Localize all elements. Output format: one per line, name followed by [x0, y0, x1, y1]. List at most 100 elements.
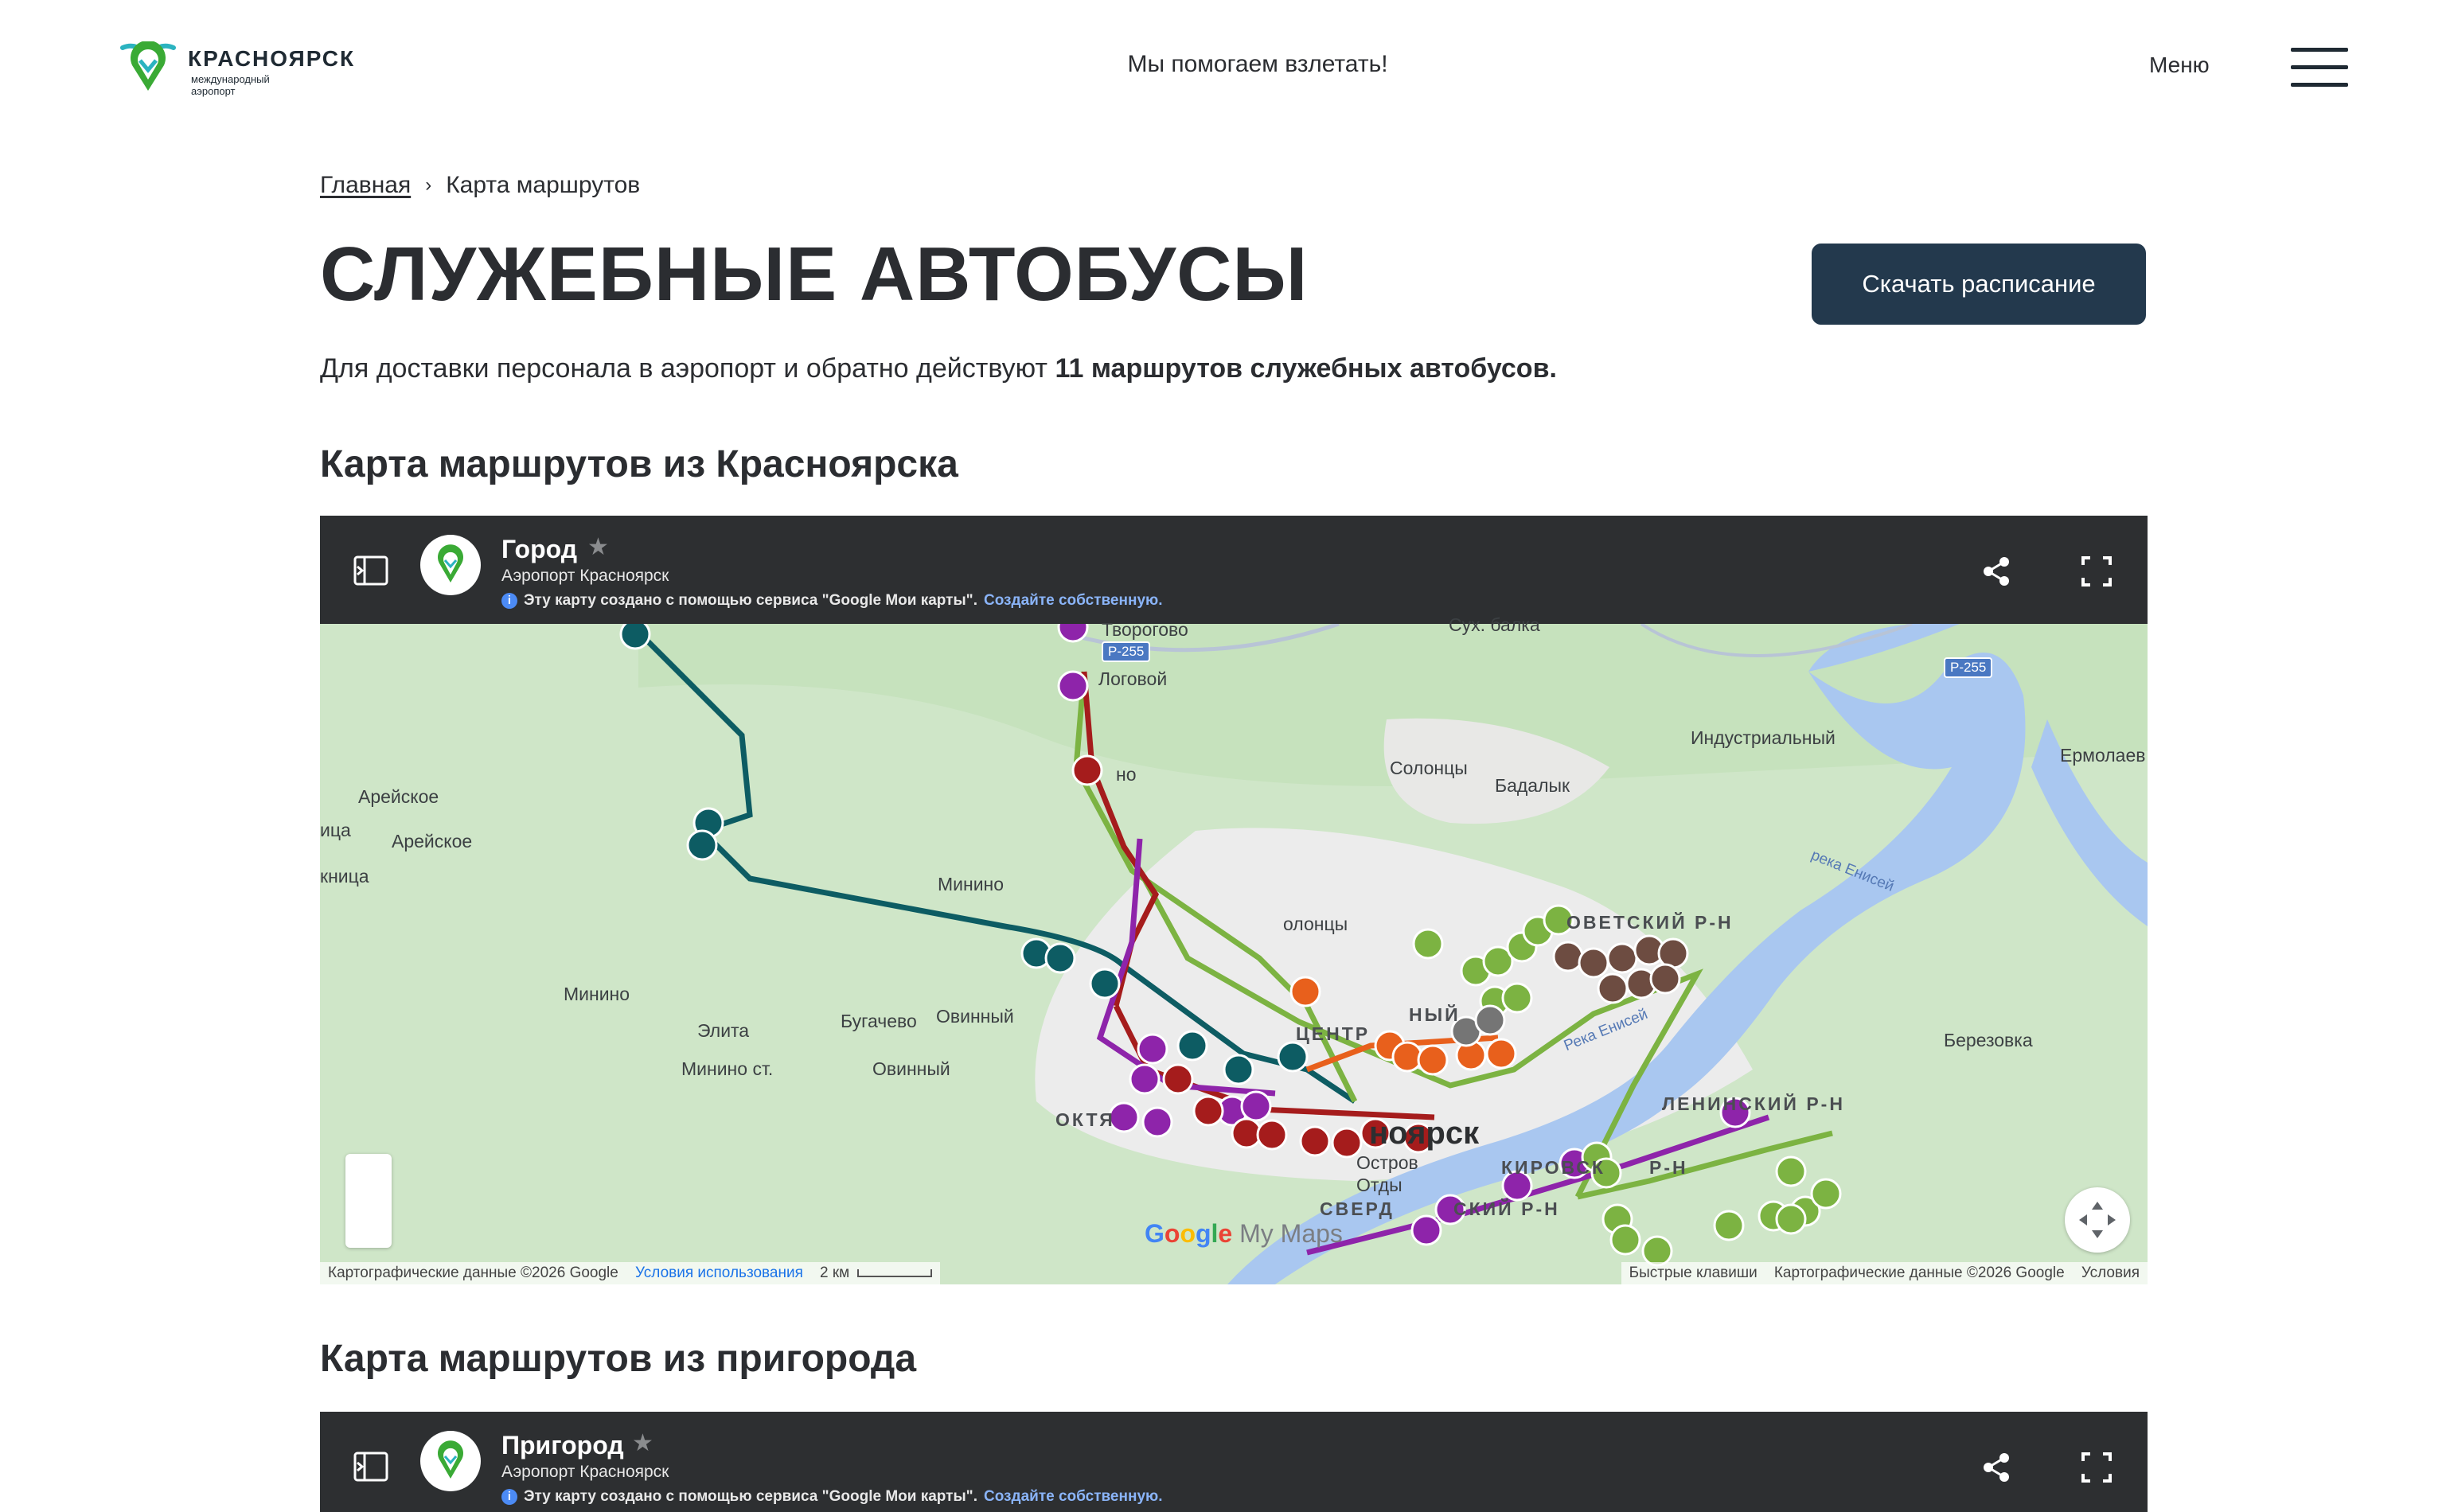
menu-label[interactable]: Меню	[2149, 53, 2210, 78]
create-own-map-link[interactable]: Создайте собственную.	[984, 592, 1163, 610]
intro-text-bold: 11 маршрутов служебных автобусов.	[1055, 353, 1557, 384]
map-label: Бугачево	[841, 1011, 917, 1031]
map-label: ица	[320, 820, 351, 840]
map-note: i Эту карту создано с помощью сервиса "G…	[501, 592, 1163, 610]
map-district-label: Р-Н	[1649, 1157, 1688, 1178]
star-icon[interactable]: ★	[632, 1429, 653, 1457]
map-canvas[interactable]: Творогово Р-255 Логовой Сух. балка Р-255…	[320, 614, 2148, 1284]
map-note-text: Эту карту создано с помощью сервиса "Goo…	[524, 1488, 977, 1505]
map-label: Отды	[1356, 1175, 1403, 1195]
map-label: Творогово	[1102, 619, 1188, 640]
suburb-routes-map[interactable]: Пригород ★ Аэропорт Красноярск i Эту кар…	[320, 1412, 2148, 1512]
map-title: Пригород	[501, 1431, 624, 1459]
map-label: Минино	[564, 984, 630, 1004]
google-logo-letter: G	[1145, 1219, 1165, 1248]
legend-toggle-icon[interactable]	[353, 1452, 388, 1482]
terms-short-link[interactable]: Условия	[2081, 1265, 2140, 1281]
create-own-map-link[interactable]: Создайте собственную.	[984, 1488, 1163, 1506]
map-district-label: ЛЕНИНСКИЙ Р-Н	[1662, 1093, 1845, 1114]
map-district-label: СВЕРД	[1320, 1198, 1395, 1219]
google-my-maps-logo: Google My Maps	[1145, 1219, 1343, 1249]
map-label: Элита	[697, 1020, 750, 1041]
map-label: Ермолаев	[2060, 745, 2146, 766]
map-district-label: ОВЕТСКИЙ Р-Н	[1566, 912, 1734, 933]
map-district-label: НЫЙ	[1409, 1004, 1461, 1025]
google-logo-letter: o	[1180, 1219, 1196, 1248]
map-data-attribution: Картографические данные ©2026 Google	[1773, 1265, 2065, 1281]
breadcrumb-separator: ›	[425, 174, 432, 196]
map-label: Логовой	[1098, 668, 1168, 689]
map-label: Овинный	[872, 1058, 950, 1079]
airport-logo[interactable]: КРАСНОЯРСК международный аэропорт	[119, 41, 374, 99]
map-note: i Эту карту создано с помощью сервиса "G…	[501, 1488, 1163, 1506]
download-schedule-button[interactable]: Скачать расписание	[1812, 244, 2146, 325]
map-label: Овинный	[936, 1006, 1014, 1027]
map-district-label: КИРОВСК	[1501, 1157, 1605, 1178]
share-icon[interactable]	[1980, 555, 2012, 587]
map-subtitle: Аэропорт Красноярск	[501, 567, 669, 585]
scale-bar	[857, 1268, 933, 1277]
map-district-label: СКИЙ Р-Н	[1453, 1198, 1560, 1219]
map-label: Березовка	[1944, 1030, 2033, 1050]
page-title: СЛУЖЕБНЫЕ АВТОБУСЫ	[320, 232, 1309, 317]
info-icon: i	[501, 1489, 517, 1505]
section-heading-city: Карта маршрутов из Красноярска	[320, 443, 958, 485]
map-label: но	[1116, 764, 1137, 785]
city-routes-map[interactable]: Город ★ Аэропорт Красноярск i Эту карту …	[320, 516, 2148, 1284]
logo-subtitle-line2: аэропорт	[191, 85, 236, 97]
legend-toggle-icon[interactable]	[353, 555, 388, 586]
map-label: Минино ст.	[681, 1058, 774, 1079]
google-logo-letter: o	[1164, 1219, 1180, 1248]
map-subtitle: Аэропорт Красноярск	[501, 1463, 669, 1481]
intro-text-plain: Для доставки персонала в аэропорт и обра…	[320, 353, 1055, 384]
map-label: Бадалык	[1495, 775, 1570, 796]
fullscreen-icon[interactable]	[2081, 1452, 2113, 1483]
my-maps-label: My Maps	[1239, 1219, 1343, 1248]
map-data-attribution: Картографические данные ©2026 Google	[328, 1265, 618, 1281]
map-footer-right: Быстрые клавиши Картографические данные …	[1621, 1262, 2148, 1284]
map-label: олонцы	[1283, 914, 1348, 934]
map-title: Город	[501, 535, 578, 563]
map-label: Арейское	[392, 831, 473, 851]
map-label: Солонцы	[1390, 758, 1468, 778]
keyboard-shortcuts-link[interactable]: Быстрые клавиши	[1629, 1265, 1758, 1281]
logo-title: КРАСНОЯРСК	[188, 46, 356, 71]
map-header-bar: Город ★ Аэропорт Красноярск i Эту карту …	[320, 516, 2148, 624]
road-shield: Р-255	[1944, 657, 1993, 678]
section-heading-suburb: Карта маршрутов из пригорода	[320, 1338, 917, 1380]
map-header-bar: Пригород ★ Аэропорт Красноярск i Эту кар…	[320, 1412, 2148, 1512]
map-label: Минино	[938, 874, 1005, 894]
fullscreen-icon[interactable]	[2081, 555, 2113, 587]
breadcrumb-home-link[interactable]: Главная	[320, 172, 411, 199]
map-district-label: ОКТЯ	[1055, 1109, 1115, 1130]
google-logo-letter: g	[1195, 1219, 1211, 1248]
logo-pin-icon	[120, 41, 176, 91]
share-icon[interactable]	[1980, 1452, 2012, 1483]
map-footer-left: Картографические данные ©2026 Google Усл…	[320, 1262, 941, 1284]
map-owner-avatar	[420, 1431, 481, 1491]
map-label: Остров	[1356, 1152, 1418, 1173]
logo-subtitle-line1: международный	[191, 73, 270, 85]
map-owner-avatar	[420, 535, 481, 595]
map-city-label: ноярск	[1369, 1116, 1480, 1151]
map-note-text: Эту карту создано с помощью сервиса "Goo…	[524, 592, 977, 609]
scale-label: 2 км	[819, 1265, 850, 1281]
logo-subtitle: международный аэропорт	[191, 73, 334, 97]
map-terrain	[320, 624, 2148, 1284]
map-label: Арейское	[358, 786, 439, 807]
star-icon[interactable]: ★	[587, 533, 609, 561]
map-district-label: ЦЕНТР	[1296, 1023, 1371, 1044]
hamburger-icon[interactable]	[2291, 48, 2348, 88]
map-label: Сух. балка	[1449, 614, 1540, 635]
recenter-icon[interactable]	[2065, 1187, 2130, 1253]
tagline: Мы помогаем взлетать!	[1127, 51, 1388, 77]
google-logo-letter: e	[1218, 1219, 1233, 1248]
map-label: Индустриальный	[1691, 727, 1836, 748]
terms-link[interactable]: Условия использования	[635, 1265, 803, 1281]
info-icon: i	[501, 593, 517, 609]
breadcrumb: Главная › Карта маршрутов	[320, 172, 640, 199]
intro-text: Для доставки персонала в аэропорт и обра…	[320, 353, 1557, 384]
breadcrumb-current: Карта маршрутов	[446, 172, 641, 198]
zoom-control[interactable]	[345, 1154, 392, 1248]
map-label: кница	[320, 866, 369, 887]
